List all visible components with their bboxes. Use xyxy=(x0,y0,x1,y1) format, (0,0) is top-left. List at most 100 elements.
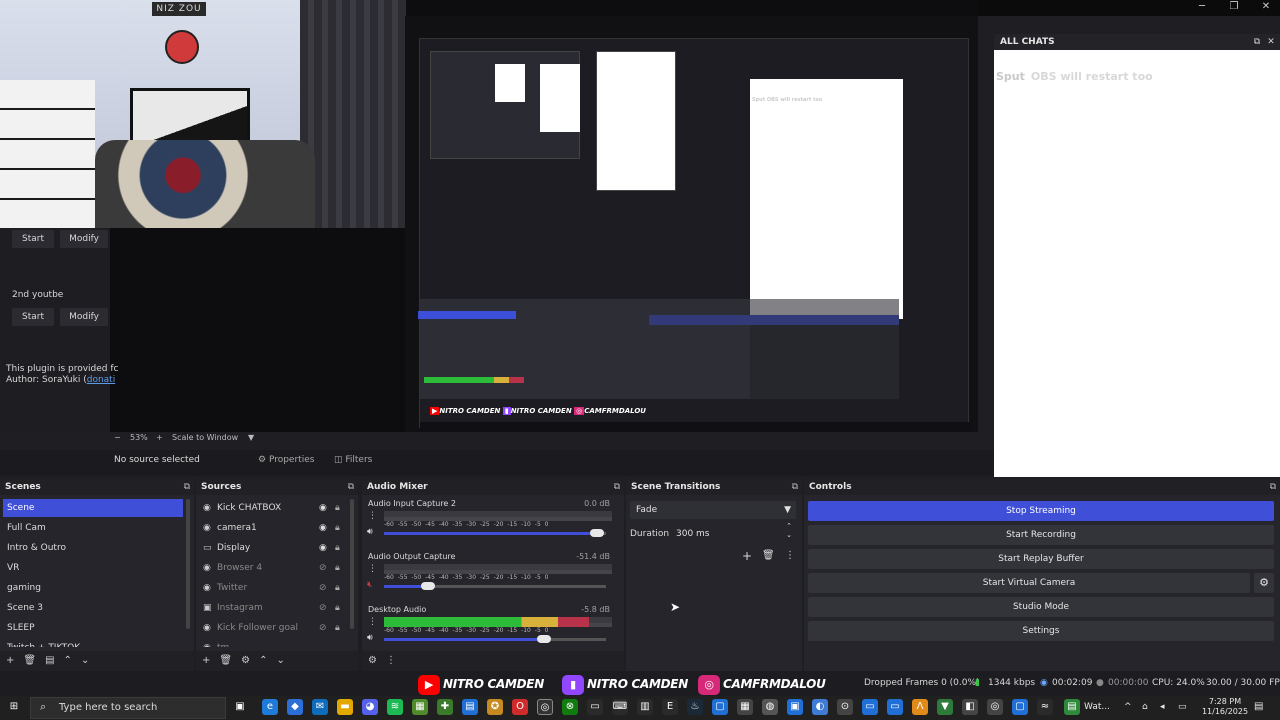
zoom-in-button[interactable]: + xyxy=(156,433,163,442)
filters-button[interactable]: ◫ Filters xyxy=(334,455,372,465)
lock-icon[interactable]: 🔒︎ xyxy=(335,559,340,577)
obs-icon[interactable]: ◎ xyxy=(537,699,553,715)
channel-menu-icon[interactable]: ⋮ xyxy=(368,564,377,574)
source-item[interactable]: ◉ camera1 ◉ 🔒︎ xyxy=(199,519,383,537)
stepper-icon[interactable]: ⌃ ⌄ xyxy=(786,522,792,540)
volume-slider[interactable] xyxy=(384,529,606,537)
remove-source-icon[interactable]: 🗑 xyxy=(219,655,232,666)
app-icon-9[interactable]: Ʌ xyxy=(912,699,928,715)
minimize-button[interactable]: ─ xyxy=(1186,0,1218,16)
start-button-2[interactable]: Start xyxy=(12,308,54,326)
virtual-camera-settings-icon[interactable]: ⚙ xyxy=(1254,573,1274,593)
source-item[interactable]: ◉ Kick Follower goal ⊘ 🔒︎ xyxy=(199,619,383,637)
remove-transition-icon[interactable]: 🗑 xyxy=(762,550,775,561)
remove-scene-icon[interactable]: 🗑 xyxy=(23,655,36,666)
eye-hidden-icon[interactable]: ⊘ xyxy=(319,559,327,577)
windows-start-icon[interactable]: ⊞ xyxy=(6,699,22,715)
move-down-icon[interactable]: ⌄ xyxy=(81,655,89,666)
app-icon-4[interactable]: ▣ xyxy=(787,699,803,715)
source-item[interactable]: ◉ Twitter ⊘ 🔒︎ xyxy=(199,579,383,597)
add-transition-icon[interactable]: + xyxy=(742,549,752,563)
xbox-icon[interactable]: ⊗ xyxy=(562,699,578,715)
app-icon-2[interactable]: ▦ xyxy=(737,699,753,715)
lock-icon[interactable]: 🔒︎ xyxy=(335,599,340,617)
settings-button[interactable]: Settings xyxy=(808,621,1274,641)
scene-filter-icon[interactable]: ▤ xyxy=(45,655,54,666)
channel-menu-icon[interactable]: ⋮ xyxy=(368,617,377,627)
start-recording-button[interactable]: Start Recording xyxy=(808,525,1274,545)
app-icon-5[interactable]: ◐ xyxy=(812,699,828,715)
start-button-1[interactable]: Start xyxy=(12,230,54,248)
network-icon[interactable]: ⌂ xyxy=(1142,702,1148,712)
speaker-icon[interactable]: 🔊︎ xyxy=(367,527,373,537)
float-dock-icon[interactable]: ⧉ xyxy=(348,479,354,495)
eye-icon[interactable]: ◉ xyxy=(319,519,327,537)
app-icon-14[interactable]: ≈ xyxy=(1037,699,1053,715)
float-dock-icon[interactable]: ⧉ xyxy=(792,479,798,495)
lock-icon[interactable]: 🔒︎ xyxy=(335,579,340,597)
scene-item[interactable]: SLEEP xyxy=(3,619,183,637)
discord-icon[interactable]: ◕ xyxy=(362,699,378,715)
source-item[interactable]: ▭ Display ◉ 🔒︎ xyxy=(199,539,383,557)
source-item[interactable]: ◉ Kick CHATBOX ◉ 🔒︎ xyxy=(199,499,383,517)
float-dock-icon[interactable]: ⧉ xyxy=(614,479,620,495)
app-icon-10[interactable]: ▼ xyxy=(937,699,953,715)
scene-item[interactable]: Scene 3 xyxy=(3,599,183,617)
weather-icon[interactable]: ▤ xyxy=(1064,699,1080,715)
taskbar-search-input[interactable]: Type here to search xyxy=(30,697,226,719)
start-virtual-camera-button[interactable]: Start Virtual Camera xyxy=(808,573,1250,593)
spotify-icon[interactable]: ≋ xyxy=(387,699,403,715)
preview-canvas[interactable]: NIZ ZOU Sput OBS will restart too ▶ NITR… xyxy=(0,0,978,432)
document-icon[interactable]: ▤ xyxy=(462,699,478,715)
source-item[interactable]: ▣ Instagram ⊘ 🔒︎ xyxy=(199,599,383,617)
app-icon-13[interactable]: ▢ xyxy=(1012,699,1028,715)
scene-item[interactable]: Scene xyxy=(3,499,183,517)
scale-mode-dropdown-icon[interactable]: ▼ xyxy=(248,433,254,442)
file-explorer-icon[interactable]: ▬ xyxy=(337,699,353,715)
lock-icon[interactable]: 🔒︎ xyxy=(335,519,340,537)
sources-scrollbar[interactable] xyxy=(350,499,354,629)
scene-item[interactable]: Intro & Outro xyxy=(3,539,183,557)
close-dock-icon[interactable]: ✕ xyxy=(1266,37,1276,47)
app-icon-6[interactable]: ⊙ xyxy=(837,699,853,715)
modify-button-1[interactable]: Modify xyxy=(60,230,108,248)
restore-button[interactable]: ❐ xyxy=(1218,0,1250,16)
medal-icon[interactable]: ✪ xyxy=(487,699,503,715)
lock-icon[interactable]: 🔒︎ xyxy=(335,539,340,557)
duration-input[interactable]: 300 ms ⌃ ⌄ xyxy=(670,522,796,543)
move-up-icon[interactable]: ⌃ xyxy=(259,655,267,666)
eye-hidden-icon[interactable]: ⊘ xyxy=(319,599,327,617)
source-item[interactable]: ◉ Browser 4 ⊘ 🔒︎ xyxy=(199,559,383,577)
opera-icon[interactable]: O xyxy=(512,699,528,715)
scene-item[interactable]: gaming xyxy=(3,579,183,597)
terminal-icon[interactable]: ▭ xyxy=(587,699,603,715)
app-icon[interactable]: ▢ xyxy=(712,699,728,715)
move-down-icon[interactable]: ⌄ xyxy=(276,655,284,666)
clock[interactable]: 7:28 PM 11/16/2025 xyxy=(1200,697,1250,717)
volume-slider[interactable] xyxy=(384,635,606,643)
epic-games-icon[interactable]: E xyxy=(662,699,678,715)
scene-item[interactable]: Twitch + TIKTOK xyxy=(3,639,183,647)
start-replay-buffer-button[interactable]: Start Replay Buffer xyxy=(808,549,1274,569)
channel-menu-icon[interactable]: ⋮ xyxy=(368,511,377,521)
copilot-icon[interactable]: ◆ xyxy=(287,699,303,715)
app-icon-12[interactable]: ◎ xyxy=(987,699,1003,715)
steam-icon[interactable]: ♨ xyxy=(687,699,703,715)
volume-knob[interactable] xyxy=(590,529,605,537)
eye-icon[interactable]: ◉ xyxy=(319,499,327,517)
eye-hidden-icon[interactable]: ⊘ xyxy=(319,619,327,637)
game-icon[interactable]: ✚ xyxy=(437,699,453,715)
modify-button-2[interactable]: Modify xyxy=(60,308,108,326)
mail-icon[interactable]: ✉ xyxy=(312,699,328,715)
edge-icon[interactable]: e xyxy=(262,699,278,715)
app-icon-8[interactable]: ▭ xyxy=(887,699,903,715)
speaker-icon[interactable]: 🔊︎ xyxy=(367,633,373,643)
close-button[interactable]: ✕ xyxy=(1250,0,1280,16)
lock-icon[interactable]: 🔒︎ xyxy=(335,619,340,637)
chart-icon[interactable]: ▥ xyxy=(637,699,653,715)
task-view-icon[interactable]: ▣ xyxy=(232,699,248,715)
float-dock-icon[interactable]: ⧉ xyxy=(184,479,190,495)
app-icon-7[interactable]: ▭ xyxy=(862,699,878,715)
minecraft-icon[interactable]: ▦ xyxy=(412,699,428,715)
muted-speaker-icon[interactable]: 🔇︎ xyxy=(367,580,373,590)
